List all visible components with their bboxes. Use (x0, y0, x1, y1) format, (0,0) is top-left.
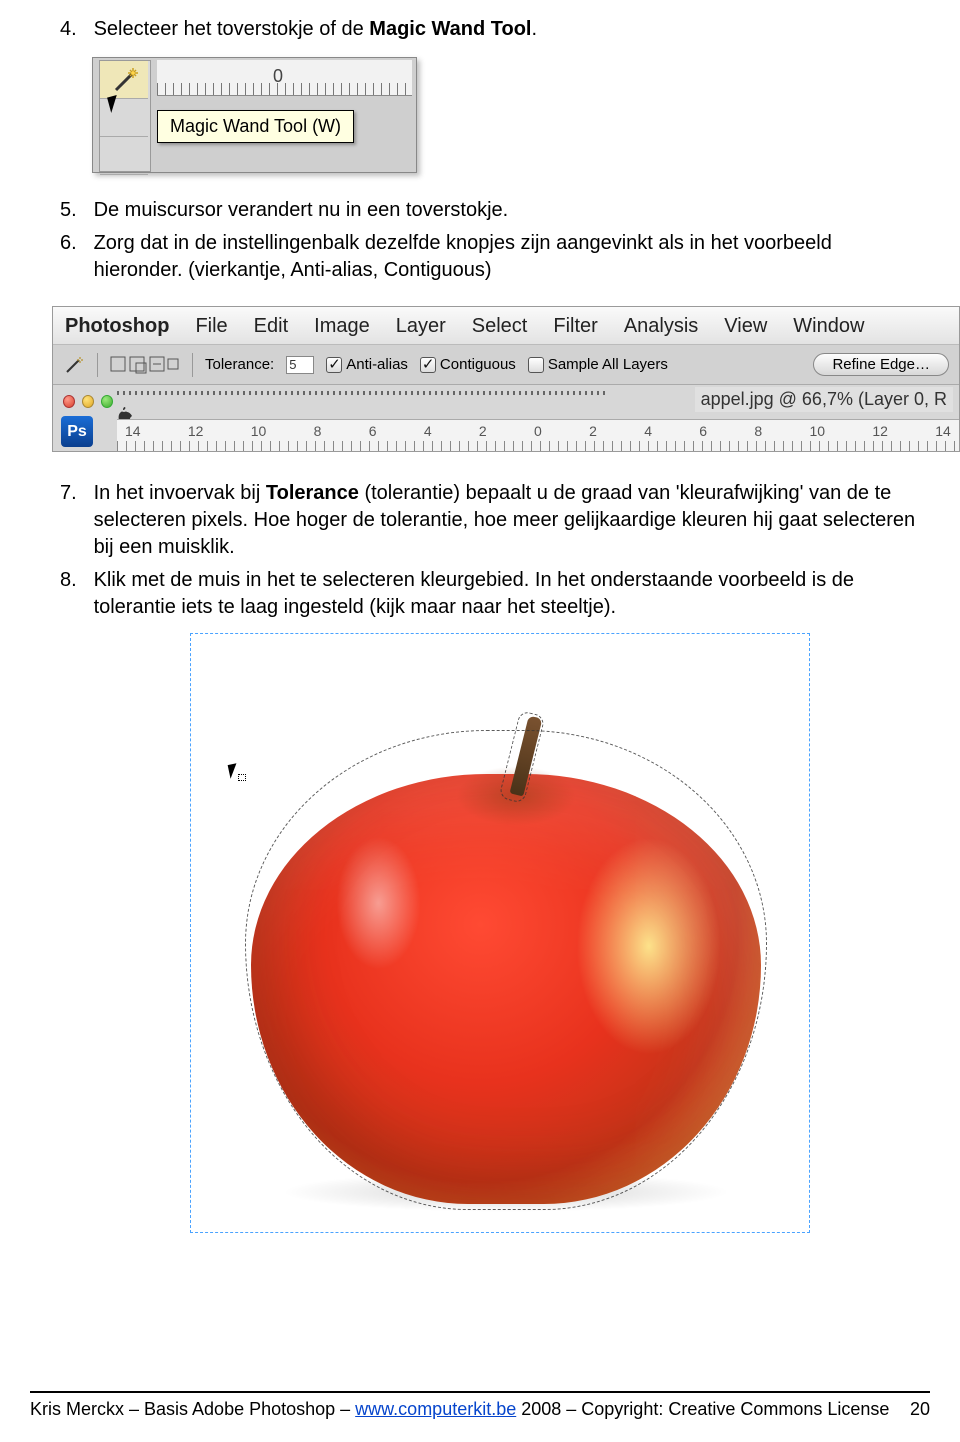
tool-slot[interactable] (100, 137, 148, 175)
ruler-label: 0 (273, 66, 283, 87)
refine-edge-button[interactable]: Refine Edge… (813, 353, 949, 376)
step-4: 4. Selecteer het toverstokje of de Magic… (60, 16, 930, 43)
footer-pre: Kris Merckx – Basis Adobe Photoshop – (30, 1399, 355, 1419)
ruler-tick: 2 (479, 423, 487, 439)
step-text-post: . (532, 18, 538, 40)
step-text: Zorg dat in de instellingenbalk dezelfde… (94, 230, 924, 284)
step-number: 5. (60, 197, 88, 224)
separator (192, 353, 193, 377)
page-footer: Kris Merckx – Basis Adobe Photoshop – ww… (30, 1391, 930, 1420)
selection-mode-icons[interactable] (110, 355, 180, 375)
menu-select[interactable]: Select (472, 315, 528, 338)
checkbox-anti-alias[interactable]: Anti-alias (326, 356, 408, 373)
tolerance-input[interactable]: 5 (286, 356, 314, 374)
separator (97, 353, 98, 377)
ruler-tick: 8 (754, 423, 762, 439)
checkbox-icon (528, 357, 544, 373)
menu-analysis[interactable]: Analysis (624, 315, 698, 338)
step-5: 5. De muiscursor verandert nu in een tov… (60, 197, 930, 224)
menu-window[interactable]: Window (793, 315, 864, 338)
checkbox-label: Anti-alias (346, 356, 408, 373)
screenshot-apple-selection (190, 633, 810, 1233)
checkbox-icon (420, 357, 436, 373)
document-row: Ps appel.jpg @ 66,7% (Layer 0, R 14 12 1… (53, 385, 959, 451)
screenshot-options-bar: Photoshop File Edit Image Layer Select F… (52, 306, 960, 452)
app-name[interactable]: Photoshop (65, 315, 169, 338)
step-text: Selecteer het toverstokje of de Magic Wa… (94, 16, 924, 43)
ruler-tick: 4 (424, 423, 432, 439)
ruler-tick: 2 (589, 423, 597, 439)
step-number: 4. (60, 16, 88, 43)
ruler-tick: 6 (369, 423, 377, 439)
step-text-bold: Magic Wand Tool (369, 18, 531, 40)
footer-link[interactable]: www.computerkit.be (355, 1399, 516, 1419)
menu-view[interactable]: View (724, 315, 767, 338)
page-number: 20 (910, 1399, 930, 1420)
step-text: De muiscursor verandert nu in een tovers… (94, 197, 924, 224)
ruler-tick: 10 (809, 423, 825, 439)
step-text-pre: Selecteer het toverstokje of de (94, 18, 370, 40)
checkbox-sample-all-layers[interactable]: Sample All Layers (528, 356, 668, 373)
ruler-tick: 0 (534, 423, 542, 439)
menu-layer[interactable]: Layer (396, 315, 446, 338)
ruler-tick: 12 (188, 423, 204, 439)
ruler-tick: 4 (644, 423, 652, 439)
magic-wand-cursor-icon (229, 764, 243, 784)
ruler-tick: 10 (251, 423, 267, 439)
window-buttons (57, 389, 113, 412)
options-bar: Tolerance: 5 Anti-alias Contiguous Sampl… (53, 345, 959, 385)
magic-wand-icon (110, 66, 140, 96)
menu-edit[interactable]: Edit (254, 315, 288, 338)
checkbox-contiguous[interactable]: Contiguous (420, 356, 516, 373)
dotted-line (117, 391, 609, 395)
step-number: 8. (60, 567, 88, 594)
ruler-tick: 14 (935, 423, 951, 439)
checkbox-label: Contiguous (440, 356, 516, 373)
marching-ants-selection (245, 730, 767, 1210)
window-zoom-icon[interactable] (101, 395, 113, 408)
magic-wand-icon (63, 354, 85, 376)
tool-magic-wand[interactable] (100, 61, 148, 99)
footer-post: 2008 – Copyright: Creative Commons Licen… (516, 1399, 889, 1419)
ruler-tick: 8 (314, 423, 322, 439)
footer-text: Kris Merckx – Basis Adobe Photoshop – ww… (30, 1399, 889, 1420)
ruler: 14 12 10 8 6 4 2 0 2 4 6 8 10 12 14 (117, 419, 959, 451)
window-minimize-icon[interactable] (82, 395, 94, 408)
menu-file[interactable]: File (195, 315, 227, 338)
tool-column (99, 60, 151, 172)
ruler-tick: 14 (125, 423, 141, 439)
ruler-tick: 12 (872, 423, 888, 439)
ruler: 0 (157, 60, 412, 96)
tolerance-label: Tolerance: (205, 356, 274, 373)
document-title: appel.jpg @ 66,7% (Layer 0, R (695, 387, 953, 412)
step-number: 7. (60, 480, 88, 507)
screenshot-magic-wand-tooltip: 0 Magic Wand Tool (W) (92, 57, 417, 173)
checkbox-label: Sample All Layers (548, 356, 668, 373)
step-6: 6. Zorg dat in de instellingenbalk dezel… (60, 230, 930, 284)
ruler-tick: 6 (699, 423, 707, 439)
menu-filter[interactable]: Filter (553, 315, 597, 338)
checkbox-icon (326, 357, 342, 373)
menubar: Photoshop File Edit Image Layer Select F… (53, 307, 959, 345)
tooltip: Magic Wand Tool (W) (157, 110, 354, 143)
photoshop-app-icon[interactable]: Ps (61, 416, 93, 447)
step-number: 6. (60, 230, 88, 257)
window-close-icon[interactable] (63, 395, 75, 408)
tool-slot[interactable] (100, 99, 148, 137)
menu-image[interactable]: Image (314, 315, 370, 338)
